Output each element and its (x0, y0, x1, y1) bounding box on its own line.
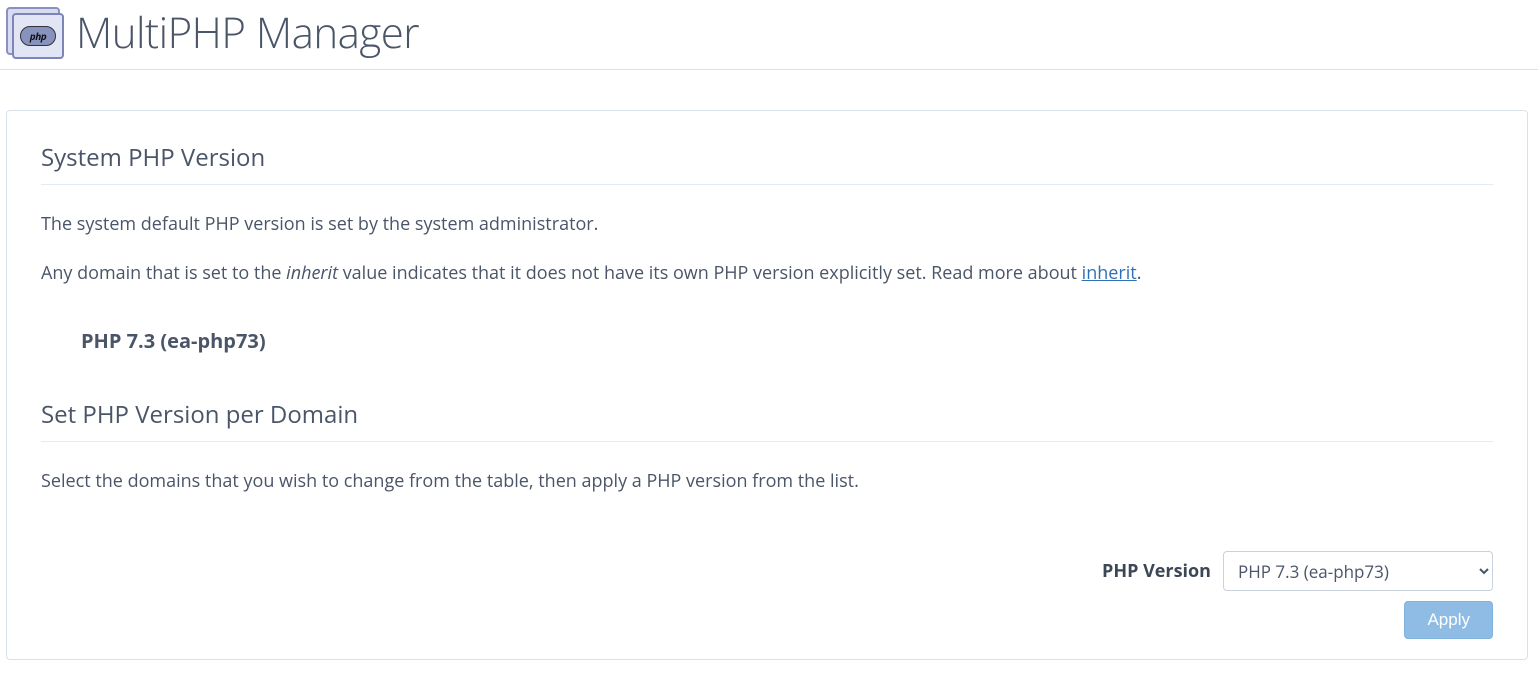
php-version-label: PHP Version (1102, 559, 1211, 583)
inherit-link[interactable]: inherit (1082, 261, 1137, 285)
apply-button[interactable]: Apply (1404, 601, 1493, 639)
inherit-em: inherit (286, 261, 338, 285)
per-domain-instructions: Select the domains that you wish to chan… (41, 468, 1493, 495)
per-domain-heading: Set PHP Version per Domain (41, 398, 1493, 442)
page-title: MultiPHP Manager (76, 4, 419, 61)
system-php-heading: System PHP Version (41, 141, 1493, 185)
php-badge-icon: php (20, 26, 56, 46)
system-php-description-2: Any domain that is set to the inherit va… (41, 260, 1493, 287)
para2-post: . (1137, 261, 1142, 285)
current-php-version: PHP 7.3 (ea-php73) (81, 327, 1493, 354)
multiphp-icon: php (6, 7, 64, 59)
php-version-row: PHP Version PHP 7.3 (ea-php73) (1102, 551, 1493, 591)
php-version-select[interactable]: PHP 7.3 (ea-php73) (1223, 551, 1493, 591)
page-header: php MultiPHP Manager (0, 0, 1538, 70)
main-panel: System PHP Version The system default PH… (6, 110, 1528, 660)
para2-mid: value indicates that it does not have it… (338, 261, 1082, 285)
para2-pre: Any domain that is set to the (41, 261, 286, 285)
system-php-description-1: The system default PHP version is set by… (41, 211, 1493, 238)
php-version-controls: PHP Version PHP 7.3 (ea-php73) Apply (41, 551, 1493, 639)
